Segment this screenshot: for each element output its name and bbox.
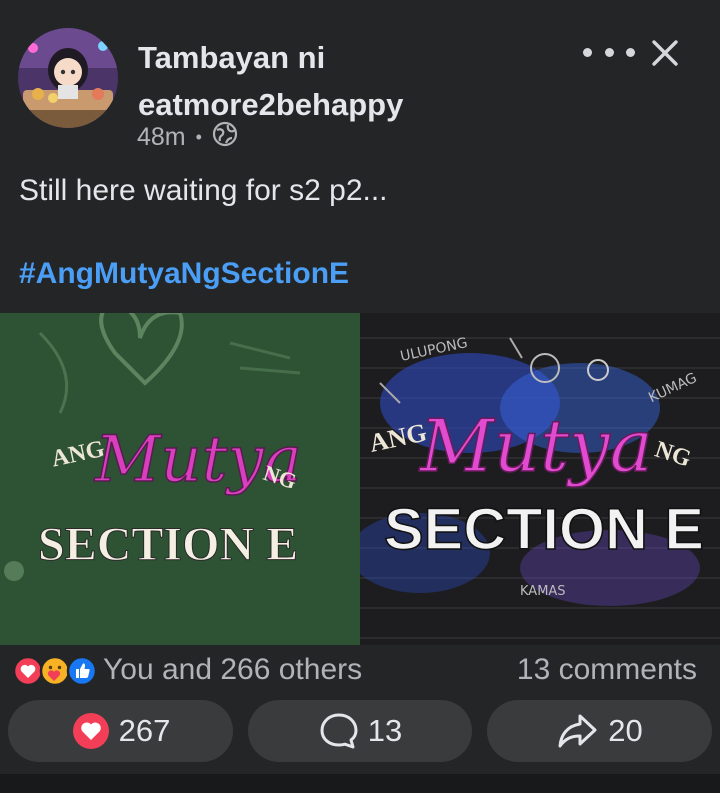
meta-separator: • (195, 126, 202, 147)
left-title-bottom: SECTION E (38, 518, 298, 571)
comments-count-link[interactable]: 13 comments (517, 653, 697, 687)
right-title-bottom: SECTION E (384, 497, 704, 562)
post-text: Still here waiting for s2 p2... (19, 174, 388, 207)
love-icon (12, 655, 44, 687)
post-divider (0, 774, 720, 793)
author-name[interactable]: Tambayan ni eatmore2behappy (138, 34, 558, 128)
avatar[interactable] (18, 28, 118, 128)
more-dot-icon (626, 47, 635, 57)
right-title-script: Mutya (418, 404, 653, 488)
post-time[interactable]: 48m (137, 123, 186, 152)
globe-icon (212, 121, 238, 154)
share-button[interactable]: 20 (487, 700, 712, 762)
graffiti-text-3: KAMAS (520, 584, 566, 599)
love-icon (72, 713, 109, 749)
reactions-summary: You and 266 others 13 comments (0, 645, 720, 697)
post-header: Tambayan ni eatmore2behappy 48m • (0, 0, 720, 160)
more-options-button[interactable] (583, 32, 635, 72)
close-icon[interactable] (648, 36, 682, 70)
care-icon (39, 655, 71, 687)
reaction-summary-text[interactable]: You and 266 others (103, 653, 362, 687)
comment-button[interactable]: 13 (248, 700, 472, 762)
reaction-icons[interactable] (12, 655, 98, 687)
post-media[interactable]: ANG Mutya NG SECTION E ULUPONG KUMAG KAM… (0, 300, 720, 645)
like-icon (66, 655, 98, 687)
share-icon (558, 714, 597, 748)
more-dot-icon (604, 47, 614, 57)
react-button[interactable]: 267 (8, 700, 233, 762)
react-count: 267 (118, 713, 171, 748)
post-meta: 48m • (137, 121, 238, 154)
hashtag-link[interactable]: #AngMutyaNgSectionE (19, 257, 349, 291)
post-image-left[interactable]: ANG Mutya NG SECTION E (0, 300, 360, 645)
more-dot-icon (583, 47, 592, 57)
comment-icon (320, 713, 358, 749)
comment-count: 13 (367, 713, 403, 748)
post-image-right[interactable]: ULUPONG KUMAG KAMAS ANG Mutya NG SECTION… (350, 313, 720, 645)
share-count: 20 (608, 713, 643, 748)
